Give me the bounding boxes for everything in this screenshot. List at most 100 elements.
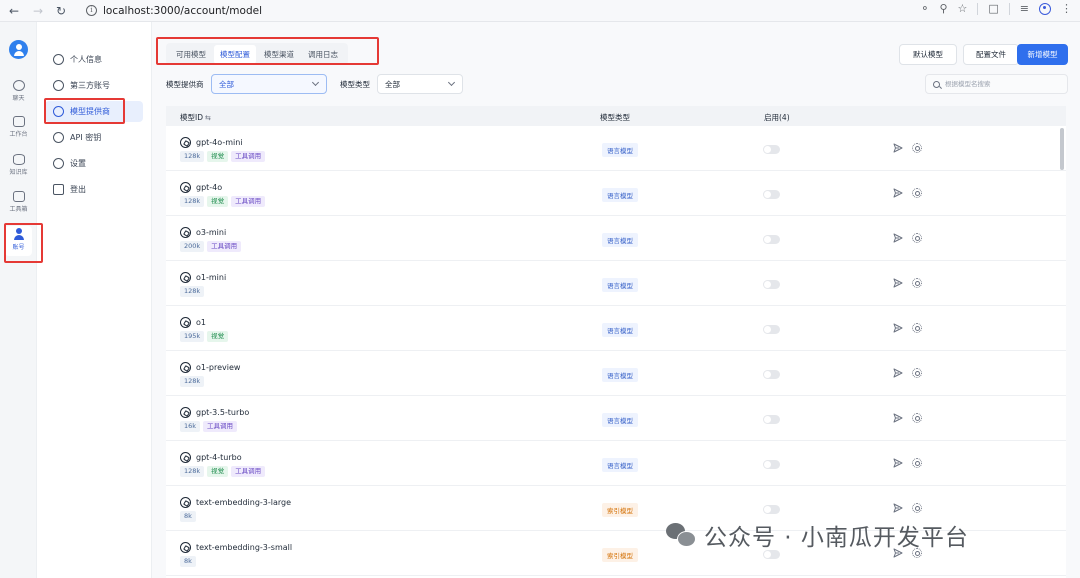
tab-model-channels[interactable]: 模型渠道 bbox=[258, 45, 300, 64]
sidebar-item-settings[interactable]: 设置 bbox=[45, 153, 143, 174]
table-row[interactable]: o1-mini 128k 语言模型 bbox=[166, 261, 1066, 306]
sidebar-item-label: 登出 bbox=[70, 185, 86, 194]
model-search[interactable] bbox=[925, 74, 1068, 94]
sort-icon[interactable]: ⇆ bbox=[205, 114, 211, 122]
address-bar[interactable]: i localhost:3000/account/model bbox=[78, 1, 978, 20]
test-send-icon[interactable] bbox=[893, 368, 903, 378]
table-row[interactable]: o1 195k 视觉 语言模型 bbox=[166, 306, 1066, 351]
menu-icon[interactable]: ⋮ bbox=[1061, 2, 1072, 15]
enable-toggle[interactable] bbox=[763, 505, 780, 514]
scrollbar[interactable] bbox=[1060, 128, 1064, 170]
forward-icon[interactable]: → bbox=[29, 2, 47, 20]
enable-toggle[interactable] bbox=[763, 190, 780, 199]
enable-toggle[interactable] bbox=[763, 325, 780, 334]
model-tag: 工具调用 bbox=[231, 196, 266, 207]
model-tag: 工具调用 bbox=[231, 466, 266, 477]
gear-icon[interactable] bbox=[912, 188, 922, 198]
table-row[interactable]: o1-preview 128k 语言模型 bbox=[166, 351, 1066, 396]
table-row[interactable]: o3-mini 200k 工具调用 语言模型 bbox=[166, 216, 1066, 261]
rail-item-toolbox[interactable]: 工具箱 bbox=[0, 189, 37, 219]
browser-actions: ⚬ ⚲ ☆ □ ≡ ⋮ bbox=[920, 2, 1072, 15]
avatar[interactable] bbox=[9, 40, 28, 59]
gear-icon[interactable] bbox=[912, 323, 922, 333]
gear-icon[interactable] bbox=[912, 458, 922, 468]
site-info-icon[interactable]: i bbox=[86, 5, 97, 16]
gear-icon[interactable] bbox=[912, 143, 922, 153]
test-send-icon[interactable] bbox=[893, 413, 903, 423]
sidebar-item-profile[interactable]: 个人信息 bbox=[45, 49, 143, 70]
gear-icon[interactable] bbox=[912, 368, 922, 378]
model-tag: 视觉 bbox=[207, 151, 229, 162]
test-send-icon[interactable] bbox=[893, 143, 903, 153]
bookmark-star-icon[interactable]: ☆ bbox=[958, 2, 968, 15]
model-name-text: gpt-4o-mini bbox=[196, 138, 243, 147]
column-label: 模型ID bbox=[180, 113, 203, 122]
sidebar-item-api-key[interactable]: API 密钥 bbox=[45, 127, 143, 148]
test-send-icon[interactable] bbox=[893, 503, 903, 513]
default-model-button[interactable]: 默认模型 bbox=[899, 44, 957, 65]
enable-toggle[interactable] bbox=[763, 145, 780, 154]
enable-toggle[interactable] bbox=[763, 415, 780, 424]
gear-icon[interactable] bbox=[912, 278, 922, 288]
table-row[interactable]: gpt-4o 128k 视觉 工具调用 语言模型 bbox=[166, 171, 1066, 216]
provider-select-value: 全部 bbox=[219, 79, 234, 89]
gear-icon[interactable] bbox=[912, 233, 922, 243]
model-tag: 视觉 bbox=[207, 466, 229, 477]
provider-select[interactable]: 全部 bbox=[211, 74, 327, 94]
sidebar-item-label: 模型提供商 bbox=[70, 107, 110, 116]
enable-toggle[interactable] bbox=[763, 370, 780, 379]
table-row[interactable]: gpt-3.5-turbo 16k 工具调用 语言模型 bbox=[166, 396, 1066, 441]
rail-item-knowledge[interactable]: 知识库 bbox=[0, 152, 37, 182]
back-icon[interactable]: ← bbox=[5, 2, 23, 20]
test-send-icon[interactable] bbox=[893, 188, 903, 198]
column-model-id[interactable]: 模型ID ⇆ bbox=[180, 112, 211, 123]
search-input[interactable] bbox=[945, 80, 1055, 88]
zoom-icon[interactable]: ⚲ bbox=[939, 2, 947, 15]
profile-icon[interactable] bbox=[1039, 2, 1051, 15]
extensions-icon[interactable]: □ bbox=[988, 2, 998, 15]
sidebar-item-logout[interactable]: 登出 bbox=[45, 179, 143, 200]
reload-icon[interactable]: ↻ bbox=[52, 2, 70, 20]
model-tags: 16k 工具调用 bbox=[180, 421, 238, 432]
model-name-text: o1-preview bbox=[196, 363, 241, 372]
gear-icon[interactable] bbox=[912, 413, 922, 423]
model-name-text: o3-mini bbox=[196, 228, 227, 237]
enable-toggle[interactable] bbox=[763, 235, 780, 244]
gear-icon[interactable] bbox=[912, 503, 922, 513]
config-file-button[interactable]: 配置文件 bbox=[963, 44, 1019, 65]
key-icon bbox=[53, 132, 64, 143]
test-send-icon[interactable] bbox=[893, 458, 903, 468]
rail-item-chat[interactable]: 聊天 bbox=[0, 78, 37, 108]
sidebar-item-third-party[interactable]: 第三方账号 bbox=[45, 75, 143, 96]
openai-logo-icon bbox=[180, 362, 191, 373]
table-row[interactable]: gpt-4-turbo 128k 视觉 工具调用 语言模型 bbox=[166, 441, 1066, 486]
model-tag: 195k bbox=[180, 331, 205, 342]
database-icon bbox=[12, 154, 25, 165]
tab-call-logs[interactable]: 调用日志 bbox=[302, 45, 344, 64]
enable-toggle[interactable] bbox=[763, 460, 780, 469]
tab-available-models[interactable]: 可用模型 bbox=[170, 45, 212, 64]
new-model-button[interactable]: 新增模型 bbox=[1017, 44, 1068, 65]
url-text: localhost:3000/account/model bbox=[103, 4, 262, 17]
chat-icon bbox=[12, 80, 25, 91]
test-send-icon[interactable] bbox=[893, 233, 903, 243]
test-send-icon[interactable] bbox=[893, 278, 903, 288]
rail-item-workbench[interactable]: 工作台 bbox=[0, 114, 37, 144]
table-row[interactable]: gpt-4o-mini 128k 视觉 工具调用 语言模型 bbox=[166, 126, 1066, 171]
rail-item-account[interactable]: 账号 bbox=[5, 226, 32, 256]
enable-toggle[interactable] bbox=[763, 280, 780, 289]
model-tag: 视觉 bbox=[207, 196, 229, 207]
type-select[interactable]: 全部 bbox=[377, 74, 463, 94]
model-type-badge: 索引模型 bbox=[602, 548, 638, 562]
tab-model-config[interactable]: 模型配置 bbox=[214, 44, 256, 64]
key-icon[interactable]: ⚬ bbox=[920, 2, 929, 15]
watermark: 公众号 · 小南瓜开发平台 bbox=[666, 518, 969, 552]
model-name-text: gpt-4o bbox=[196, 183, 223, 192]
model-name: o3-mini bbox=[180, 227, 226, 238]
model-name-text: gpt-4-turbo bbox=[196, 453, 242, 462]
media-icon[interactable]: ≡ bbox=[1020, 2, 1029, 15]
test-send-icon[interactable] bbox=[893, 323, 903, 333]
sidebar-item-model-provider[interactable]: 模型提供商 bbox=[45, 101, 143, 122]
browser-toolbar: ← → ↻ i localhost:3000/account/model ⚬ ⚲… bbox=[0, 0, 1080, 22]
model-type-badge: 语言模型 bbox=[602, 323, 638, 337]
